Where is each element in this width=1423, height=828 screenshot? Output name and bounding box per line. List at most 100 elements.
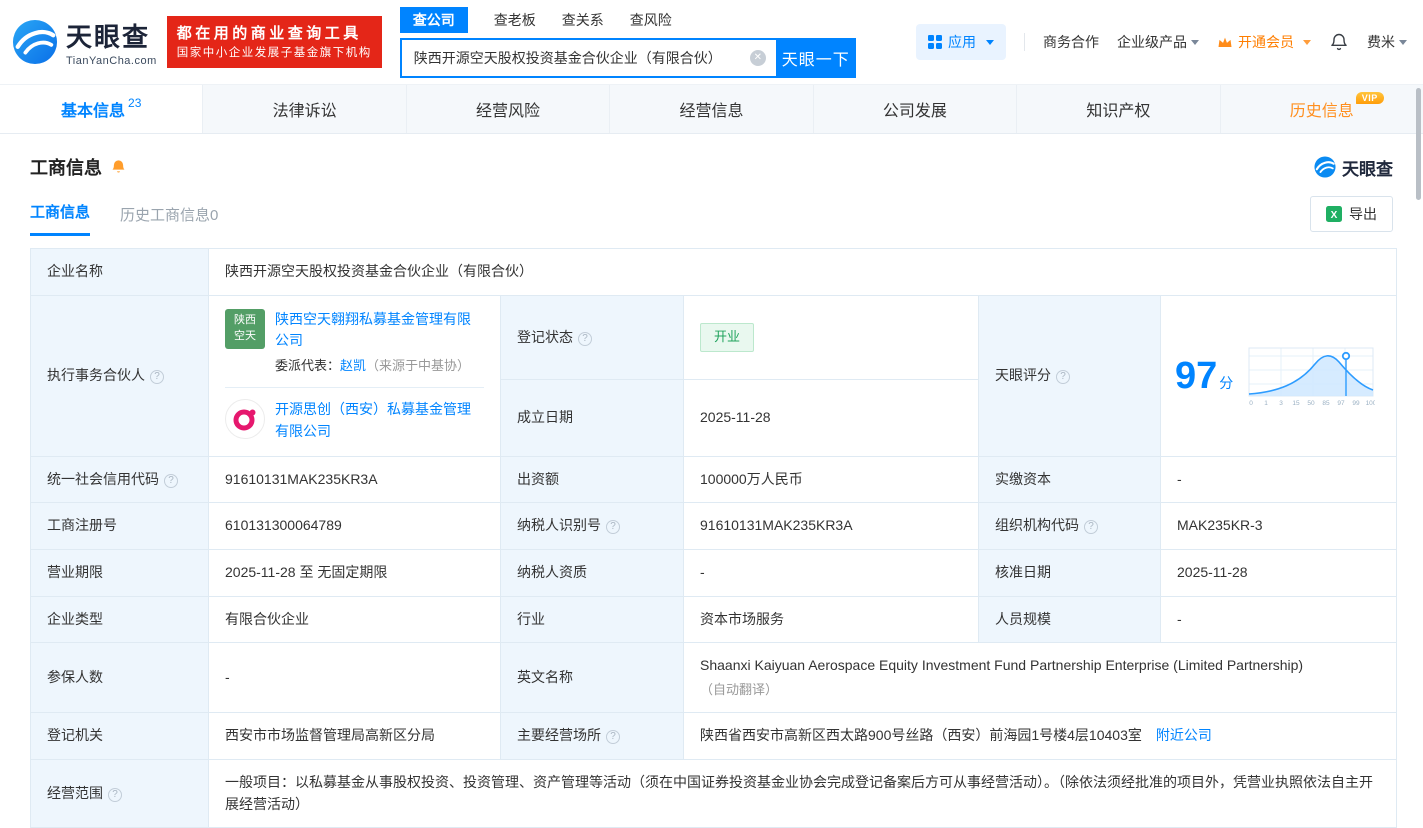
promo-line1: 都在用的商业查询工具 [176,24,362,42]
tab-company-development[interactable]: 公司发展 [812,85,1016,133]
table-row-company-type: 企业类型 有限合伙企业 行业 资本市场服务 人员规模 - [30,595,1398,644]
notification-bell-icon[interactable] [1329,32,1349,52]
subscribe-bell-icon[interactable] [110,159,127,176]
help-icon[interactable]: ? [1056,369,1070,384]
search-button[interactable]: 天眼一下 [775,37,856,78]
menu-vip[interactable]: 开通会员 [1217,32,1311,52]
table-row-business-term: 营业期限 2025-11-28 至 无固定期限 纳税人资质 - 核准日期 202… [30,548,1398,597]
tab-operating-info[interactable]: 经营信息 [609,85,812,133]
watermark-text: 天眼查 [1342,159,1393,179]
insured-count-value: - [208,642,501,714]
score-label: 天眼评分? [978,294,1161,457]
reg-number-label: 工商注册号 [30,502,209,550]
staff-size-label: 人员规模 [978,595,1161,644]
tianyancha-logo[interactable]: 天眼查 TianYanCha.com [12,17,157,67]
tab-label: 经营风险 [476,103,541,120]
vip-label: 开通会员 [1238,34,1294,50]
help-icon[interactable]: ? [1084,520,1098,535]
tab-label: 法律诉讼 [272,103,337,120]
help-icon[interactable]: ? [606,730,620,745]
section-title-text: 工商信息 [30,158,102,178]
help-icon[interactable]: ? [164,473,178,488]
taxpayer-quality-label: 纳税人资质 [500,548,684,597]
export-button[interactable]: X 导出 [1310,196,1393,232]
menu-cooperation[interactable]: 商务合作 [1043,32,1099,52]
business-scope-value: 一般项目：以私募基金从事股权投资、投资管理、资产管理等活动（须在中国证券投资基金… [207,758,1398,828]
clear-icon[interactable]: ✕ [749,49,766,66]
subtab-history-business-info[interactable]: 历史工商信息0 [120,204,218,236]
partner-entry: 陕西 空天 陕西空天翱翔私募基金管理有限公司 委派代表：赵凯（来源于中基协） [225,298,484,388]
table-row-reg-number: 工商注册号 610131300064789 纳税人识别号? 91610131MA… [30,502,1398,550]
tab-label: 经营信息 [679,103,744,120]
paid-capital-value: - [1159,455,1398,504]
representative-link[interactable]: 赵凯 [340,358,366,373]
approval-date-value: 2025-11-28 [1159,548,1398,597]
menu-divider [1024,33,1025,51]
business-info-table: 企业名称 陕西开源空天股权投资基金合伙企业（有限合伙） 执行事务合伙人? 陕西 … [30,248,1398,828]
company-nav-tabs: 基本信息 23 法律诉讼 经营风险 经营信息 公司发展 知识产权 历史信息 VI… [0,84,1423,134]
credit-code-label: 统一社会信用代码? [30,455,209,504]
help-icon[interactable]: ? [108,787,122,802]
table-row-business-scope: 经营范围? 一般项目：以私募基金从事股权投资、投资管理、资产管理等活动（须在中国… [30,758,1398,828]
org-code-label: 组织机构代码? [978,502,1161,550]
address-value: 陕西省西安市高新区西太路900号丝路（西安）前海园1号楼4层10403室 附近公司 [682,712,1398,760]
scrollbar-thumb[interactable] [1416,88,1421,200]
partner-name-link[interactable]: 开源思创（西安）私募基金管理有限公司 [275,399,484,442]
menu-enterprise[interactable]: 企业级产品 [1117,32,1199,52]
taxpayer-id-value: 91610131MAK235KR3A [683,502,979,550]
search-tabs: 查公司 查老板 查关系 查风险 [399,6,856,33]
help-icon[interactable]: ? [606,520,620,535]
search-input[interactable] [399,37,776,78]
tab-operating-risk[interactable]: 经营风险 [405,85,609,133]
user-menu[interactable]: 费米 [1367,32,1407,52]
representative-line: 委派代表：赵凯（来源于中基协） [275,358,471,374]
score-curve-chart: 0 1 3 15 50 85 97 99 100 [1248,347,1375,407]
section-title: 工商信息 [30,154,127,180]
brand-name: 天眼查 [66,22,151,52]
partner-detail: 开源思创（西安）私募基金管理有限公司 [275,399,484,442]
partner-logo [225,399,265,440]
search-tab-risk[interactable]: 查风险 [630,8,672,32]
reg-number-value: 610131300064789 [208,502,501,550]
help-icon[interactable]: ? [578,331,592,346]
establish-date-value: 2025-11-28 [683,379,979,457]
industry-value: 资本市场服务 [683,595,979,644]
partner-name-link[interactable]: 陕西空天翱翔私募基金管理有限公司 [275,309,484,352]
reg-authority-label: 登记机关 [30,712,209,760]
company-type-value: 有限合伙企业 [208,595,501,644]
partner-detail: 陕西空天翱翔私募基金管理有限公司 委派代表：赵凯（来源于中基协） [275,309,484,377]
nearby-companies-link[interactable]: 附近公司 [1156,727,1212,743]
export-label: 导出 [1349,206,1377,222]
search-tab-company[interactable]: 查公司 [399,6,468,33]
search-area: 查公司 查老板 查关系 查风险 ✕ 天眼一下 [399,6,856,78]
search-tab-boss[interactable]: 查老板 [494,8,536,32]
subtab-row: 工商信息 历史工商信息0 X 导出 [0,180,1423,236]
search-tab-relation[interactable]: 查关系 [562,8,604,32]
subtab-business-info[interactable]: 工商信息 [30,201,91,236]
capital-label: 出资额 [500,455,684,504]
logo-text: 天眼查 TianYanCha.com [66,17,157,67]
tab-legal[interactable]: 法律诉讼 [202,85,405,133]
tab-history-info[interactable]: 历史信息 VIP [1219,85,1423,133]
approval-date-label: 核准日期 [978,548,1161,597]
company-name-label: 企业名称 [30,248,209,296]
table-row-english-name: 参保人数 - 英文名称 Shaanxi Kaiyuan Aerospace Eq… [30,642,1398,714]
tab-basic-info[interactable]: 基本信息 23 [0,85,203,133]
help-icon[interactable]: ? [150,369,164,384]
tianyancha-logo-icon [12,19,58,65]
header-menu: 应用 商务合作 企业级产品 开通会员 费米 [916,24,1407,60]
svg-text:97: 97 [1338,400,1346,407]
top-header: 天眼查 TianYanCha.com 都在用的商业查询工具 国家中小企业发展子基… [0,0,1423,84]
business-term-label: 营业期限 [30,548,209,597]
address-label: 主要经营场所? [500,712,684,760]
status-badge: 开业 [700,323,755,352]
vip-badge: VIP [1355,92,1384,104]
tab-intellectual-property[interactable]: 知识产权 [1016,85,1219,133]
score-value: 97 分 01 3 15 50 85 97 99 100 [1159,294,1398,457]
partners-value: 陕西 空天 陕西空天翱翔私募基金管理有限公司 委派代表：赵凯（来源于中基协） 开… [208,294,501,457]
company-name-value: 陕西开源空天股权投资基金合伙企业（有限合伙） [207,248,1398,296]
apps-menu[interactable]: 应用 [916,24,1006,60]
taxpayer-quality-value: - [683,548,979,597]
score-number: 97 分 [1175,354,1234,397]
business-info-section-head: 工商信息 天眼查 [0,134,1423,180]
